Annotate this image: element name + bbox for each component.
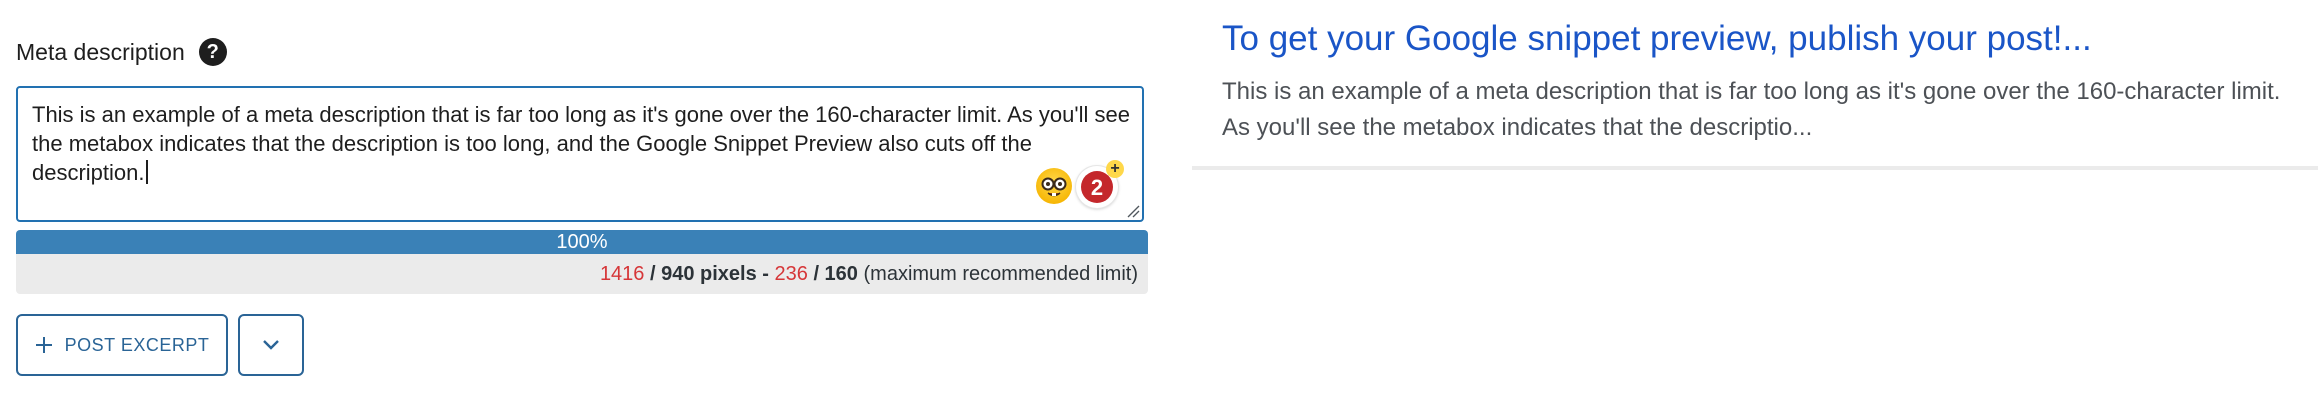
plus-icon (35, 337, 52, 353)
post-excerpt-label: POST EXCERPT (64, 334, 210, 355)
excerpt-toggle-button[interactable] (238, 314, 304, 376)
snippet-title-link[interactable]: To get your Google snippet preview, publ… (1222, 18, 2302, 60)
resize-handle-icon[interactable] (1126, 204, 1140, 218)
meta-length-progress-bar: 100% (16, 230, 1148, 254)
post-excerpt-button[interactable]: POST EXCERPT (16, 314, 228, 376)
chars-used-value: 236 (774, 263, 808, 285)
question-mark-icon[interactable]: ? (198, 38, 227, 66)
snippet-description: This is an example of a meta description… (1222, 78, 2281, 141)
text-caret (145, 160, 148, 184)
meta-description-label: Meta description (16, 38, 185, 65)
google-snippet-preview: To get your Google snippet preview, publ… (1192, 0, 2318, 170)
meta-description-textarea[interactable]: This is an example of a meta description… (16, 86, 1144, 222)
pixels-limit-text: / 940 pixels - (644, 263, 775, 285)
progress-label: 100% (556, 231, 608, 253)
pixels-used-value: 1416 (599, 263, 645, 285)
nerd-face-emoji-icon[interactable] (1036, 168, 1072, 204)
nerd-face-glyph-icon (1041, 177, 1067, 197)
limit-note: (maximum recommended limit) (857, 263, 1138, 285)
meta-description-text: This is an example of a meta description… (32, 102, 1130, 185)
meta-length-counter: 1416 / 940 pixels - 236 / 160 (maximum r… (16, 254, 1148, 294)
grammar-checker-badge[interactable]: 2 + (1076, 160, 1124, 208)
meta-description-header: Meta description ? (16, 38, 227, 66)
chars-limit-text: / 160 (807, 263, 858, 285)
chevron-down-icon (263, 340, 279, 350)
seo-metabox: Meta description ? This is an example of… (0, 0, 2318, 396)
plus-badge-icon: + (1106, 160, 1124, 178)
